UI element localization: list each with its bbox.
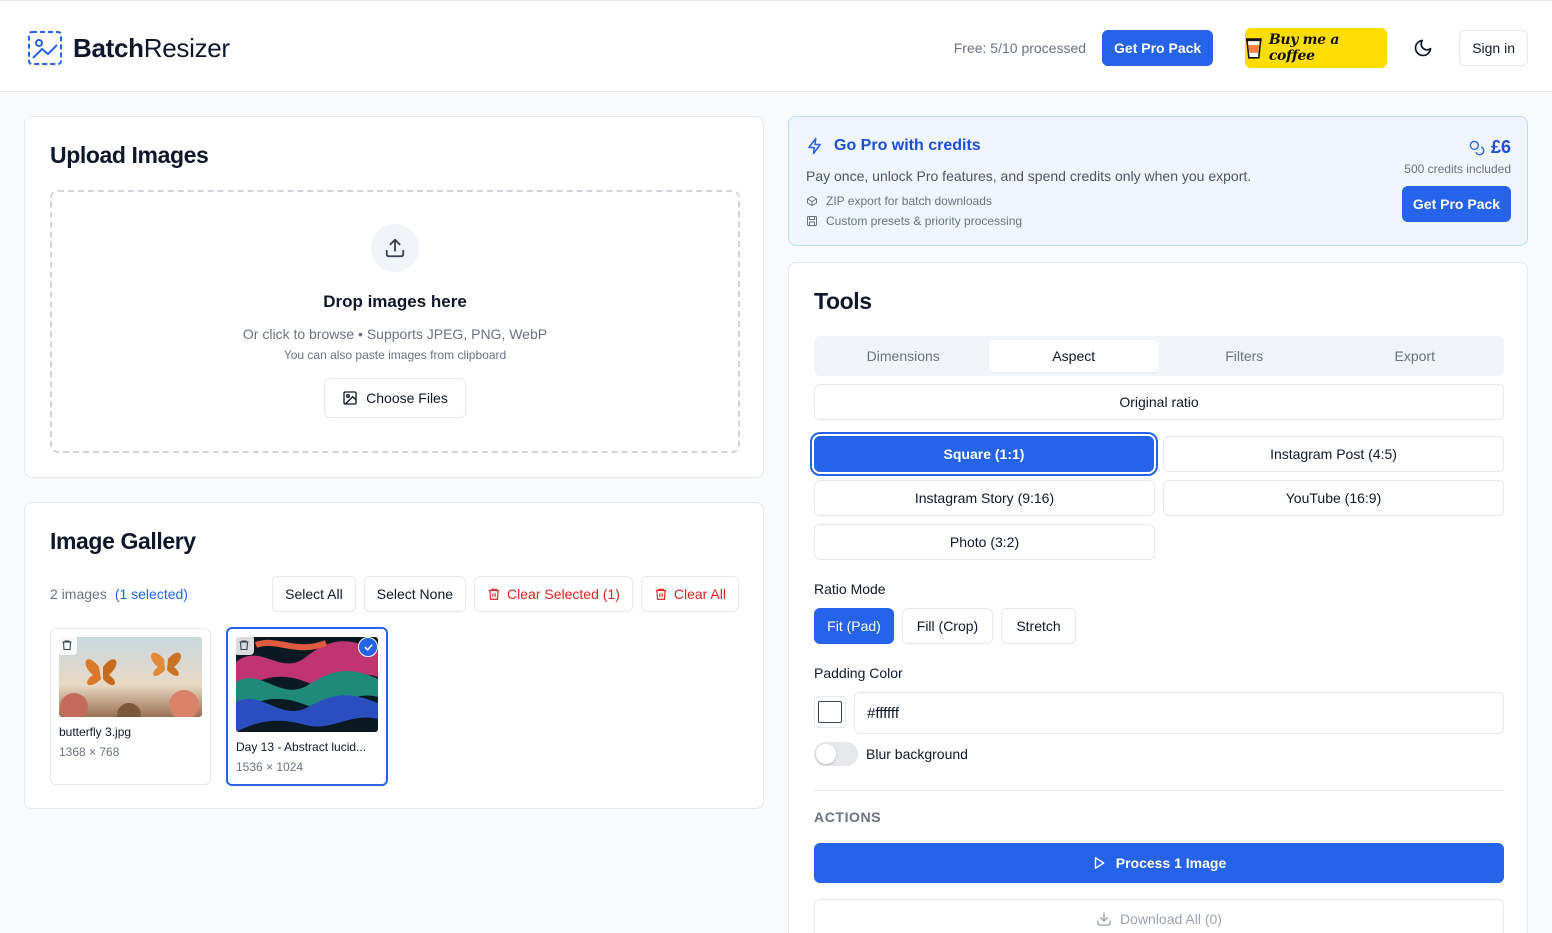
paste-hint: You can also paste images from clipboard xyxy=(283,348,507,362)
tab-aspect[interactable]: Aspect xyxy=(988,340,1159,372)
lightning-icon xyxy=(808,137,821,155)
sign-in-button[interactable]: Sign in xyxy=(1459,30,1528,66)
mode-fit-button[interactable]: Fit (Pad) xyxy=(814,608,894,644)
logo-icon xyxy=(28,31,62,65)
upload-card: Upload Images Drop images here Or click … xyxy=(24,116,764,478)
gallery-card: Image Gallery 2 images (1 selected) Selec… xyxy=(24,502,764,809)
download-all-button[interactable]: Download All (0) xyxy=(814,899,1504,933)
pro-credits: 500 credits included xyxy=(1404,162,1511,176)
tab-filters[interactable]: Filters xyxy=(1159,340,1330,372)
coffee-cup-icon xyxy=(1246,38,1262,59)
ratio-instagram-story-button[interactable]: Instagram Story (9:16) xyxy=(814,480,1155,516)
mode-stretch-button[interactable]: Stretch xyxy=(1001,608,1076,644)
pro-title-text: Go Pro with credits xyxy=(834,137,981,154)
delete-image-button[interactable] xyxy=(57,635,77,655)
pro-feature-text: ZIP export for batch downloads xyxy=(826,194,992,208)
gallery-title: Image Gallery xyxy=(50,528,196,554)
trash-icon xyxy=(239,640,249,651)
ratio-square-button[interactable]: Square (1:1) xyxy=(814,436,1154,472)
mode-fill-button[interactable]: Fill (Crop) xyxy=(902,608,993,644)
pro-description: Pay once, unlock Pro features, and spend… xyxy=(806,168,1252,184)
trash-icon xyxy=(62,640,72,651)
upload-icon-wrap xyxy=(371,224,419,272)
image-thumbnail xyxy=(59,637,202,717)
dropzone[interactable]: Drop images here Or click to browse • Su… xyxy=(50,190,740,453)
tools-card: Tools Dimensions Aspect Filters Export O… xyxy=(788,262,1528,933)
app-header: BatchResizer Free: 5/10 processed Get Pr… xyxy=(0,0,1552,92)
process-label: Process 1 Image xyxy=(1115,855,1227,871)
upload-title: Upload Images xyxy=(50,142,209,168)
image-thumbnail xyxy=(236,637,378,732)
tools-title: Tools xyxy=(814,288,872,314)
tools-tabs: Dimensions Aspect Filters Export xyxy=(814,336,1504,376)
process-button[interactable]: Process 1 Image xyxy=(814,843,1504,883)
select-all-button[interactable]: Select All xyxy=(272,576,356,612)
trash-icon xyxy=(655,588,667,600)
tab-dimensions[interactable]: Dimensions xyxy=(818,340,989,372)
tab-export[interactable]: Export xyxy=(1330,340,1501,372)
play-icon xyxy=(1094,857,1105,869)
toggle-knob xyxy=(816,744,836,764)
clear-selected-button[interactable]: Clear Selected (1) xyxy=(474,576,633,612)
clear-selected-label: Clear Selected (1) xyxy=(507,586,620,602)
save-icon xyxy=(807,216,817,226)
pro-title: Go Pro with credits xyxy=(806,136,981,156)
blur-label: Blur background xyxy=(866,746,968,762)
actions-label: ACTIONS xyxy=(814,809,882,825)
ratio-mode-label: Ratio Mode xyxy=(814,581,886,597)
pro-feature: Custom presets & priority processing xyxy=(806,214,1022,228)
pro-price-text: £6 xyxy=(1490,137,1511,157)
blur-toggle[interactable] xyxy=(814,742,858,766)
download-icon xyxy=(1097,912,1111,926)
coins-icon xyxy=(1469,140,1485,155)
moon-icon xyxy=(1414,39,1432,57)
ratio-photo-button[interactable]: Photo (3:2) xyxy=(814,524,1155,560)
gallery-item[interactable]: Day 13 - Abstract lucid... 1536 × 1024 xyxy=(226,627,388,786)
clear-all-label: Clear All xyxy=(673,586,726,602)
image-icon xyxy=(343,391,357,405)
selected-check-icon xyxy=(358,637,378,657)
pro-get-pack-button[interactable]: Get Pro Pack xyxy=(1402,186,1511,222)
image-dimensions: 1536 × 1024 xyxy=(236,760,304,774)
ratio-youtube-button[interactable]: YouTube (16:9) xyxy=(1163,480,1504,516)
get-pro-button[interactable]: Get Pro Pack xyxy=(1102,30,1214,66)
padding-color-input[interactable] xyxy=(854,692,1504,734)
image-dimensions: 1368 × 768 xyxy=(59,745,120,759)
pro-feature-text: Custom presets & priority processing xyxy=(826,214,1023,228)
coffee-label: Buy me a coffee xyxy=(1268,32,1340,64)
buy-coffee-button[interactable]: Buy me a coffee xyxy=(1245,28,1388,68)
pro-feature: ZIP export for batch downloads xyxy=(806,194,992,208)
logo-text: BatchResizer xyxy=(73,32,230,63)
choose-files-label: Choose Files xyxy=(366,390,448,406)
drop-subtitle: Or click to browse • Supports JPEG, PNG,… xyxy=(242,326,548,342)
gallery-item[interactable]: butterfly 3.jpg 1368 × 768 xyxy=(50,628,211,785)
divider xyxy=(814,790,1504,791)
logo[interactable]: BatchResizer xyxy=(27,30,230,66)
padding-color-label: Padding Color xyxy=(814,665,903,681)
pro-banner: Go Pro with credits Pay once, unlock Pro… xyxy=(788,116,1528,246)
upload-icon xyxy=(385,238,405,258)
image-name: Day 13 - Abstract lucid... xyxy=(236,740,367,754)
selected-count: (1 selected) xyxy=(114,586,188,602)
color-picker[interactable] xyxy=(814,696,846,728)
original-ratio-button[interactable]: Original ratio xyxy=(814,384,1504,420)
quota-text: Free: 5/10 processed xyxy=(953,40,1087,56)
ratio-instagram-post-button[interactable]: Instagram Post (4:5) xyxy=(1163,436,1504,472)
image-name: butterfly 3.jpg xyxy=(59,725,132,739)
delete-image-button[interactable] xyxy=(234,635,254,655)
color-swatch xyxy=(818,701,842,723)
clear-all-button[interactable]: Clear All xyxy=(640,576,739,612)
choose-files-button[interactable]: Choose Files xyxy=(324,378,466,418)
theme-toggle[interactable] xyxy=(1405,30,1441,66)
download-label: Download All (0) xyxy=(1120,911,1222,927)
image-count: 2 images (1 selected) xyxy=(50,586,188,602)
trash-icon xyxy=(488,588,500,600)
drop-title: Drop images here xyxy=(323,292,467,311)
select-none-button[interactable]: Select None xyxy=(363,576,467,612)
image-count-text: 2 images xyxy=(50,586,107,602)
pro-price: £6 xyxy=(1469,137,1511,158)
package-icon xyxy=(807,195,817,207)
